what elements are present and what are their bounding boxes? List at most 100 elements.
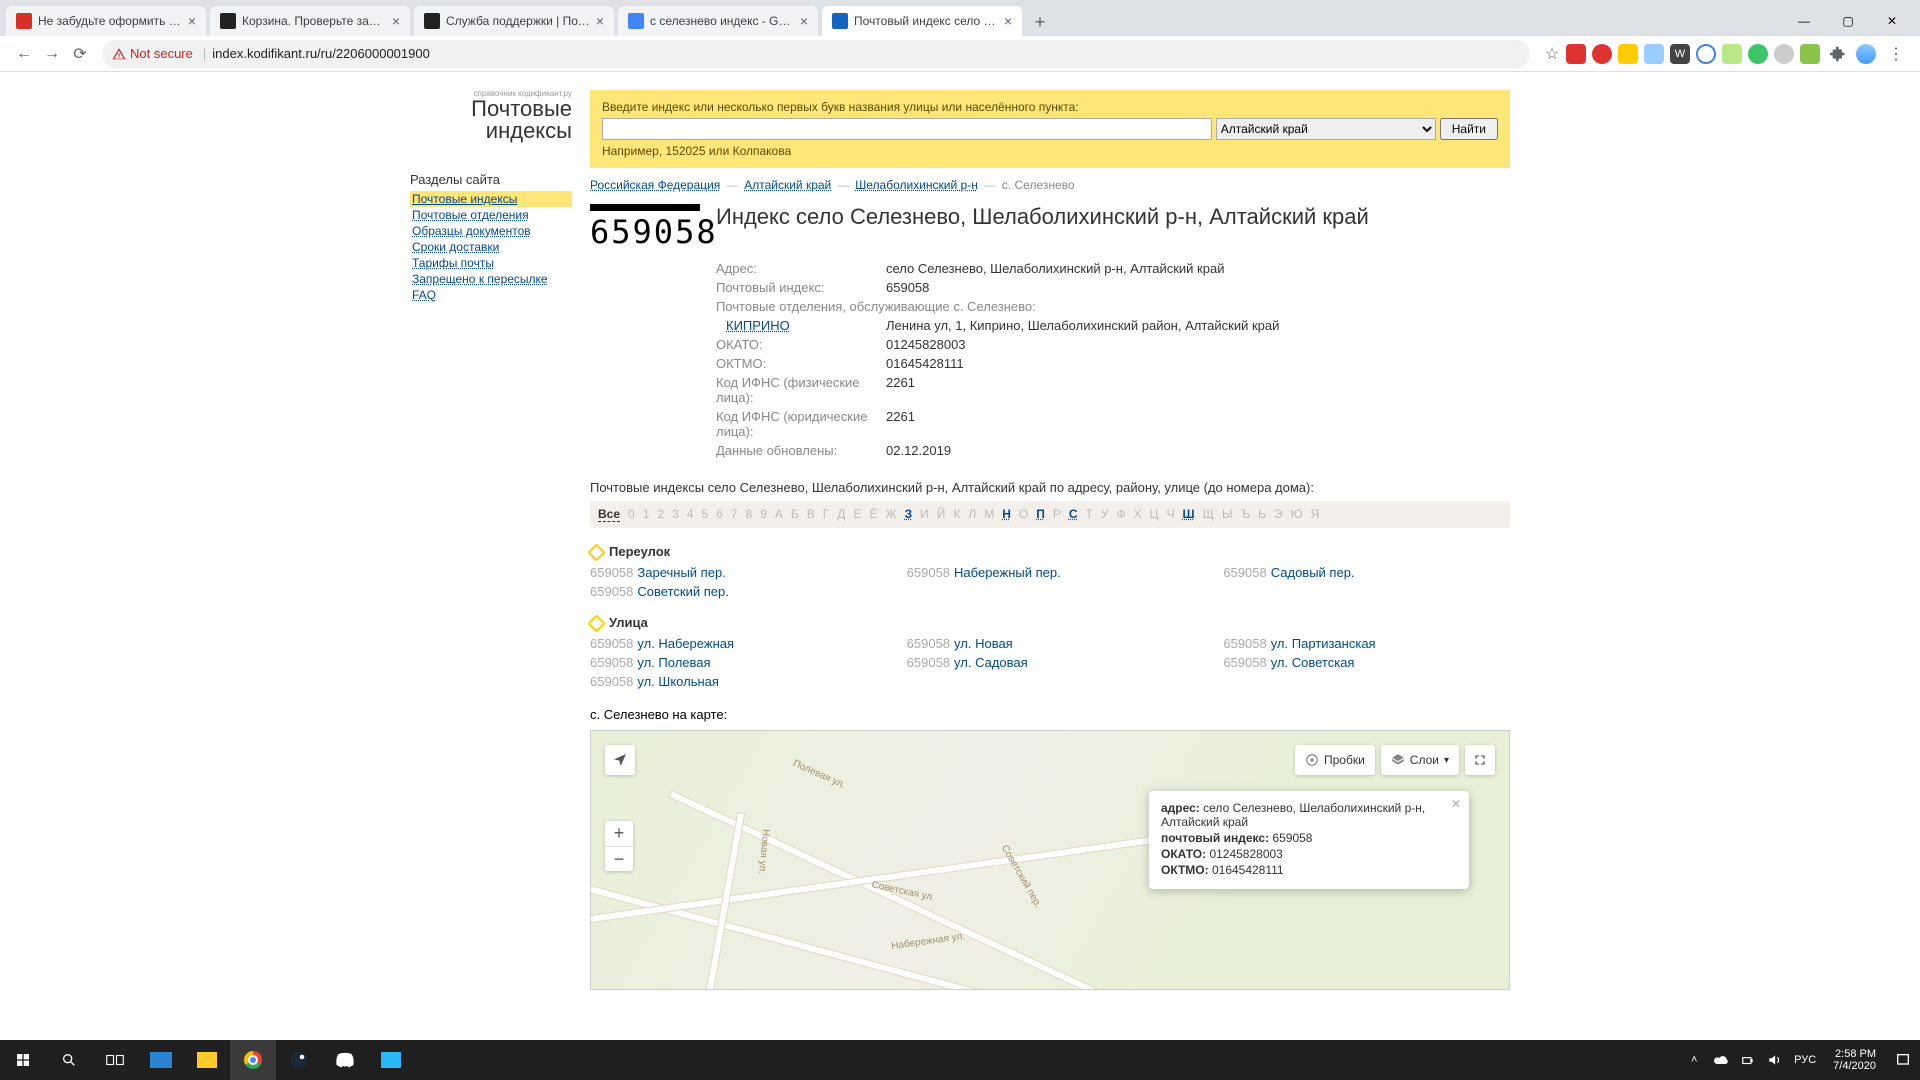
- tray-cloud-icon[interactable]: [1709, 1040, 1735, 1080]
- map-zoom-in[interactable]: +: [605, 821, 633, 846]
- extension-icon[interactable]: [1696, 44, 1716, 64]
- popup-close-icon[interactable]: ✕: [1451, 797, 1461, 811]
- extension-icon[interactable]: [1774, 44, 1794, 64]
- search-input[interactable]: [602, 118, 1212, 140]
- task-view[interactable]: [92, 1040, 138, 1080]
- map-traffic-button[interactable]: Пробки: [1295, 745, 1375, 775]
- alpha-letter[interactable]: Н: [1002, 507, 1011, 522]
- street-item[interactable]: 659058Садовый пер.: [1223, 565, 1510, 580]
- sidebar-item[interactable]: FAQ: [410, 287, 572, 303]
- sidebar-item[interactable]: Тарифы почты: [410, 255, 572, 271]
- tab-close-icon[interactable]: ×: [596, 13, 604, 29]
- alpha-filter: Все0123456789АБВГДЕЁЖЗИЙКЛМНОПРСТУФХЦЧШЩ…: [590, 501, 1510, 528]
- alpha-letter[interactable]: С: [1069, 507, 1078, 522]
- taskbar-app[interactable]: [368, 1040, 414, 1080]
- taskbar-app[interactable]: [138, 1040, 184, 1080]
- search-button[interactable]: Найти: [1440, 118, 1498, 140]
- window-maximize[interactable]: ▢: [1826, 6, 1870, 36]
- tab-title: Почтовый индекс село Селезне: [854, 14, 998, 28]
- browser-tab[interactable]: с селезнево индекс - Google Se×: [618, 6, 818, 36]
- street-item[interactable]: 659058ул. Советская: [1223, 655, 1510, 670]
- street-item[interactable]: 659058Советский пер.: [590, 584, 877, 599]
- tray-chevron[interactable]: ˄: [1679, 1040, 1709, 1080]
- tab-close-icon[interactable]: ×: [800, 13, 808, 29]
- browser-tab[interactable]: Почтовый индекс село Селезне ×: [822, 6, 1022, 36]
- sidebar-item[interactable]: Запрещено к пересылке: [410, 271, 572, 287]
- window-close[interactable]: ✕: [1870, 6, 1914, 36]
- street-item[interactable]: 659058ул. Партизанская: [1223, 636, 1510, 651]
- map-fullscreen-button[interactable]: [1465, 745, 1495, 775]
- reload-button[interactable]: ⟳: [66, 40, 94, 68]
- tray-notifications[interactable]: [1886, 1040, 1920, 1080]
- extension-icon[interactable]: [1566, 44, 1586, 64]
- alpha-letter[interactable]: П: [1036, 507, 1045, 522]
- region-select[interactable]: Алтайский край: [1216, 118, 1436, 140]
- tray-network-icon[interactable]: [1735, 1040, 1761, 1080]
- taskbar-explorer[interactable]: [184, 1040, 230, 1080]
- sidebar-item[interactable]: Почтовые индексы: [410, 191, 572, 207]
- info-block: Адрес:село Селезнево, Шелаболихинский р-…: [716, 259, 1510, 460]
- extension-icon[interactable]: [1592, 44, 1612, 64]
- extension-icon[interactable]: [1644, 44, 1664, 64]
- sidebar-item[interactable]: Почтовые отделения: [410, 207, 572, 223]
- street-item[interactable]: 659058ул. Садовая: [907, 655, 1194, 670]
- street-item[interactable]: 659058ул. Новая: [907, 636, 1194, 651]
- taskbar-steam[interactable]: [276, 1040, 322, 1080]
- street-item[interactable]: 659058Заречный пер.: [590, 565, 877, 580]
- breadcrumb-link[interactable]: Алтайский край: [744, 178, 831, 192]
- extension-icon[interactable]: [1748, 44, 1768, 64]
- back-button[interactable]: ←: [10, 40, 38, 68]
- tray-language[interactable]: РУС: [1787, 1040, 1823, 1080]
- map[interactable]: Полевая ул. Новая ул. Советская ул. Сове…: [590, 730, 1510, 990]
- browser-tab[interactable]: Корзина. Проверьте заказ. Инт×: [210, 6, 410, 36]
- browser-tab[interactable]: Не забудьте оформить заказ - c×: [6, 6, 206, 36]
- search-panel: Введите индекс или несколько первых букв…: [590, 90, 1510, 168]
- alpha-letter-disabled: Я: [1311, 507, 1320, 522]
- info-key: ОКТМО:: [716, 356, 886, 371]
- security-badge[interactable]: Not secure: [112, 46, 193, 61]
- profile-avatar[interactable]: [1856, 44, 1876, 64]
- tray-clock[interactable]: 2:58 PM 7/4/2020: [1823, 1048, 1886, 1072]
- forward-button[interactable]: →: [38, 40, 66, 68]
- address-bar[interactable]: Not secure | index.kodifikant.ru/ru/2206…: [102, 40, 1530, 68]
- extension-icon[interactable]: [1722, 44, 1742, 64]
- tab-close-icon[interactable]: ×: [1004, 13, 1012, 29]
- alpha-all[interactable]: Все: [598, 507, 620, 522]
- post-office-link[interactable]: КИПРИНО: [726, 318, 790, 333]
- tab-close-icon[interactable]: ×: [392, 13, 400, 29]
- alpha-letter-disabled: Ю: [1290, 507, 1302, 522]
- street-item[interactable]: 659058Набережный пер.: [907, 565, 1194, 580]
- map-locate-button[interactable]: [605, 745, 635, 775]
- breadcrumb: Российская Федерация—Алтайский край—Шела…: [590, 178, 1510, 192]
- map-zoom-out[interactable]: −: [605, 846, 633, 871]
- new-tab-button[interactable]: +: [1026, 8, 1054, 36]
- site-logo[interactable]: справочник кодификант.ру Почтовые индекс…: [410, 90, 572, 142]
- browser-tab[interactable]: Служба поддержки | Поддерж×: [414, 6, 614, 36]
- tab-favicon: [424, 13, 440, 29]
- extension-icon[interactable]: W: [1670, 44, 1690, 64]
- alpha-letter[interactable]: З: [905, 507, 913, 522]
- street-item[interactable]: 659058ул. Набережная: [590, 636, 877, 651]
- breadcrumb-link[interactable]: Российская Федерация: [590, 178, 720, 192]
- search-button[interactable]: [46, 1040, 92, 1080]
- taskbar-chrome[interactable]: [230, 1040, 276, 1080]
- taskbar-discord[interactable]: [322, 1040, 368, 1080]
- alpha-letter[interactable]: Ш: [1183, 507, 1195, 522]
- not-secure-label: Not secure: [130, 46, 193, 61]
- map-layers-button[interactable]: Слои ▾: [1381, 745, 1459, 775]
- bookmark-star[interactable]: ☆: [1538, 40, 1566, 68]
- start-button[interactable]: [0, 1040, 46, 1080]
- tab-close-icon[interactable]: ×: [188, 13, 196, 29]
- street-item[interactable]: 659058ул. Полевая: [590, 655, 877, 670]
- extensions-menu-icon[interactable]: [1826, 40, 1850, 68]
- sidebar-item[interactable]: Образцы документов: [410, 223, 572, 239]
- tray-volume-icon[interactable]: [1761, 1040, 1787, 1080]
- street-item[interactable]: 659058ул. Школьная: [590, 674, 877, 689]
- info-value: 01245828003: [886, 337, 966, 352]
- sidebar-item[interactable]: Сроки доставки: [410, 239, 572, 255]
- breadcrumb-link[interactable]: Шелаболихинский р-н: [855, 178, 978, 192]
- extension-icon[interactable]: [1618, 44, 1638, 64]
- extension-icon[interactable]: [1800, 44, 1820, 64]
- chrome-menu[interactable]: ⋮: [1882, 40, 1910, 68]
- window-minimize[interactable]: —: [1782, 6, 1826, 36]
